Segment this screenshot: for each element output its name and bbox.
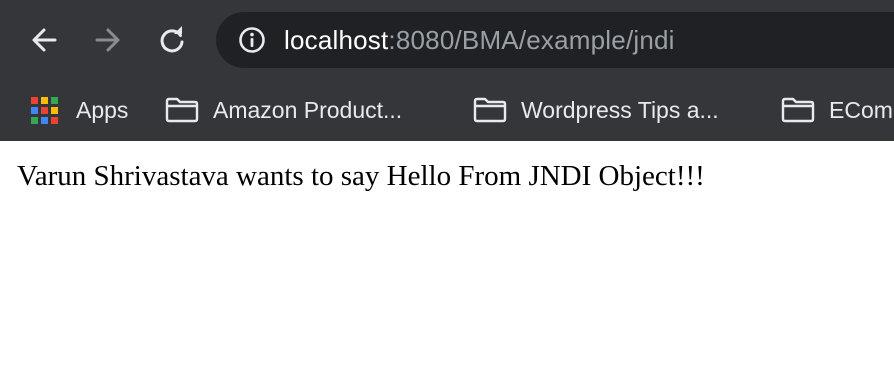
browser-toolbar: localhost:8080/BMA/example/jndi <box>0 0 894 80</box>
bookmark-label: Wordpress Tips a... <box>521 96 719 123</box>
bookmark-label: Amazon Product... <box>213 96 403 123</box>
forward-button[interactable] <box>88 20 128 60</box>
browser-chrome: localhost:8080/BMA/example/jndi Apps Ama… <box>0 0 894 141</box>
bookmark-apps[interactable]: Apps <box>31 90 128 130</box>
info-icon[interactable] <box>238 26 266 54</box>
bookmark-folder-amazon[interactable]: Amazon Product... <box>165 90 402 130</box>
forward-arrow-icon <box>95 28 120 52</box>
url-text[interactable]: localhost:8080/BMA/example/jndi <box>284 24 675 56</box>
bookmark-label: ECom <box>829 96 893 123</box>
address-bar[interactable]: localhost:8080/BMA/example/jndi <box>216 12 894 68</box>
bookmark-folder-wordpress[interactable]: Wordpress Tips a... <box>473 90 719 130</box>
folder-icon <box>781 97 815 123</box>
folder-icon <box>165 97 199 123</box>
back-arrow-icon <box>32 28 57 52</box>
apps-grid-icon <box>31 96 58 124</box>
folder-icon <box>473 97 507 123</box>
back-button[interactable] <box>24 20 64 60</box>
reload-icon <box>160 26 184 53</box>
bookmarks-bar: Apps Amazon Product... Wordpress Tips a.… <box>0 80 894 141</box>
url-host: localhost <box>284 25 389 55</box>
page-message: Varun Shrivastava wants to say Hello Fro… <box>17 160 705 192</box>
bookmark-label: Apps <box>76 96 129 123</box>
reload-button[interactable] <box>152 20 192 60</box>
url-path: :8080/BMA/example/jndi <box>388 25 675 55</box>
page-content: Varun Shrivastava wants to say Hello Fro… <box>0 141 894 368</box>
bookmark-folder-ecom[interactable]: ECom <box>781 90 893 130</box>
